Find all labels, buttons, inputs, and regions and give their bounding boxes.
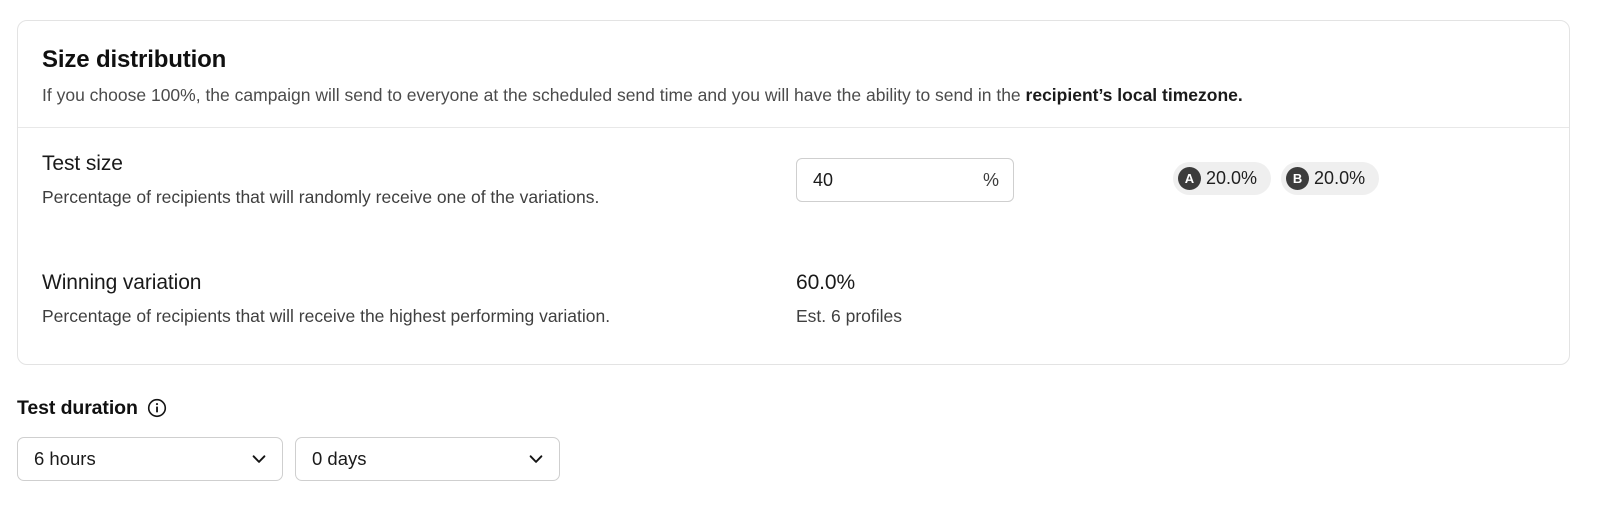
test-size-label: Test size xyxy=(42,150,782,177)
test-duration-hours-select[interactable]: 6 hours xyxy=(17,437,283,481)
percent-suffix: % xyxy=(983,169,999,191)
chevron-down-icon xyxy=(249,449,269,469)
winning-variation-label-block: Winning variation Percentage of recipien… xyxy=(42,269,782,328)
card-body: Test size Percentage of recipients that … xyxy=(18,128,1569,365)
duration-selects: 6 hours 0 days xyxy=(17,437,1577,481)
test-duration-days-select[interactable]: 0 days xyxy=(295,437,560,481)
test-size-input-wrapper[interactable]: % xyxy=(796,158,1014,202)
card-subtitle: If you choose 100%, the campaign will se… xyxy=(42,83,1545,107)
variation-a-value: 20.0% xyxy=(1206,168,1257,189)
winning-variation-description: Percentage of recipients that will recei… xyxy=(42,305,782,328)
variation-badges: A 20.0% B 20.0% xyxy=(1173,162,1379,195)
test-size-label-block: Test size Percentage of recipients that … xyxy=(42,150,782,209)
test-duration-days-value: 0 days xyxy=(312,448,367,470)
test-duration-header: Test duration xyxy=(17,395,1577,421)
variation-badge-a: A 20.0% xyxy=(1173,162,1271,195)
test-duration-section: Test duration 6 hours 0 days xyxy=(17,395,1577,481)
card-subtitle-emphasis: recipient’s local timezone. xyxy=(1026,85,1243,105)
card-subtitle-text: If you choose 100%, the campaign will se… xyxy=(42,85,1026,105)
winning-variation-label: Winning variation xyxy=(42,269,782,296)
info-icon[interactable] xyxy=(147,398,167,418)
test-size-description: Percentage of recipients that will rando… xyxy=(42,186,782,209)
test-size-input[interactable] xyxy=(813,169,933,191)
card-header: Size distribution If you choose 100%, th… xyxy=(18,21,1569,128)
variation-b-icon: B xyxy=(1286,167,1309,190)
variation-badge-b: B 20.0% xyxy=(1281,162,1379,195)
winning-variation-percent: 60.0% xyxy=(796,269,1096,296)
variation-a-icon: A xyxy=(1178,167,1201,190)
size-distribution-card: Size distribution If you choose 100%, th… xyxy=(17,20,1570,365)
chevron-down-icon xyxy=(526,449,546,469)
size-distribution-page: Size distribution If you choose 100%, th… xyxy=(0,0,1600,512)
winning-variation-estimate: Est. 6 profiles xyxy=(796,305,1096,328)
variation-b-value: 20.0% xyxy=(1314,168,1365,189)
test-duration-title: Test duration xyxy=(17,395,138,421)
winning-variation-values: 60.0% Est. 6 profiles xyxy=(796,269,1096,328)
test-duration-hours-value: 6 hours xyxy=(34,448,96,470)
page-title: Size distribution xyxy=(42,45,1545,75)
